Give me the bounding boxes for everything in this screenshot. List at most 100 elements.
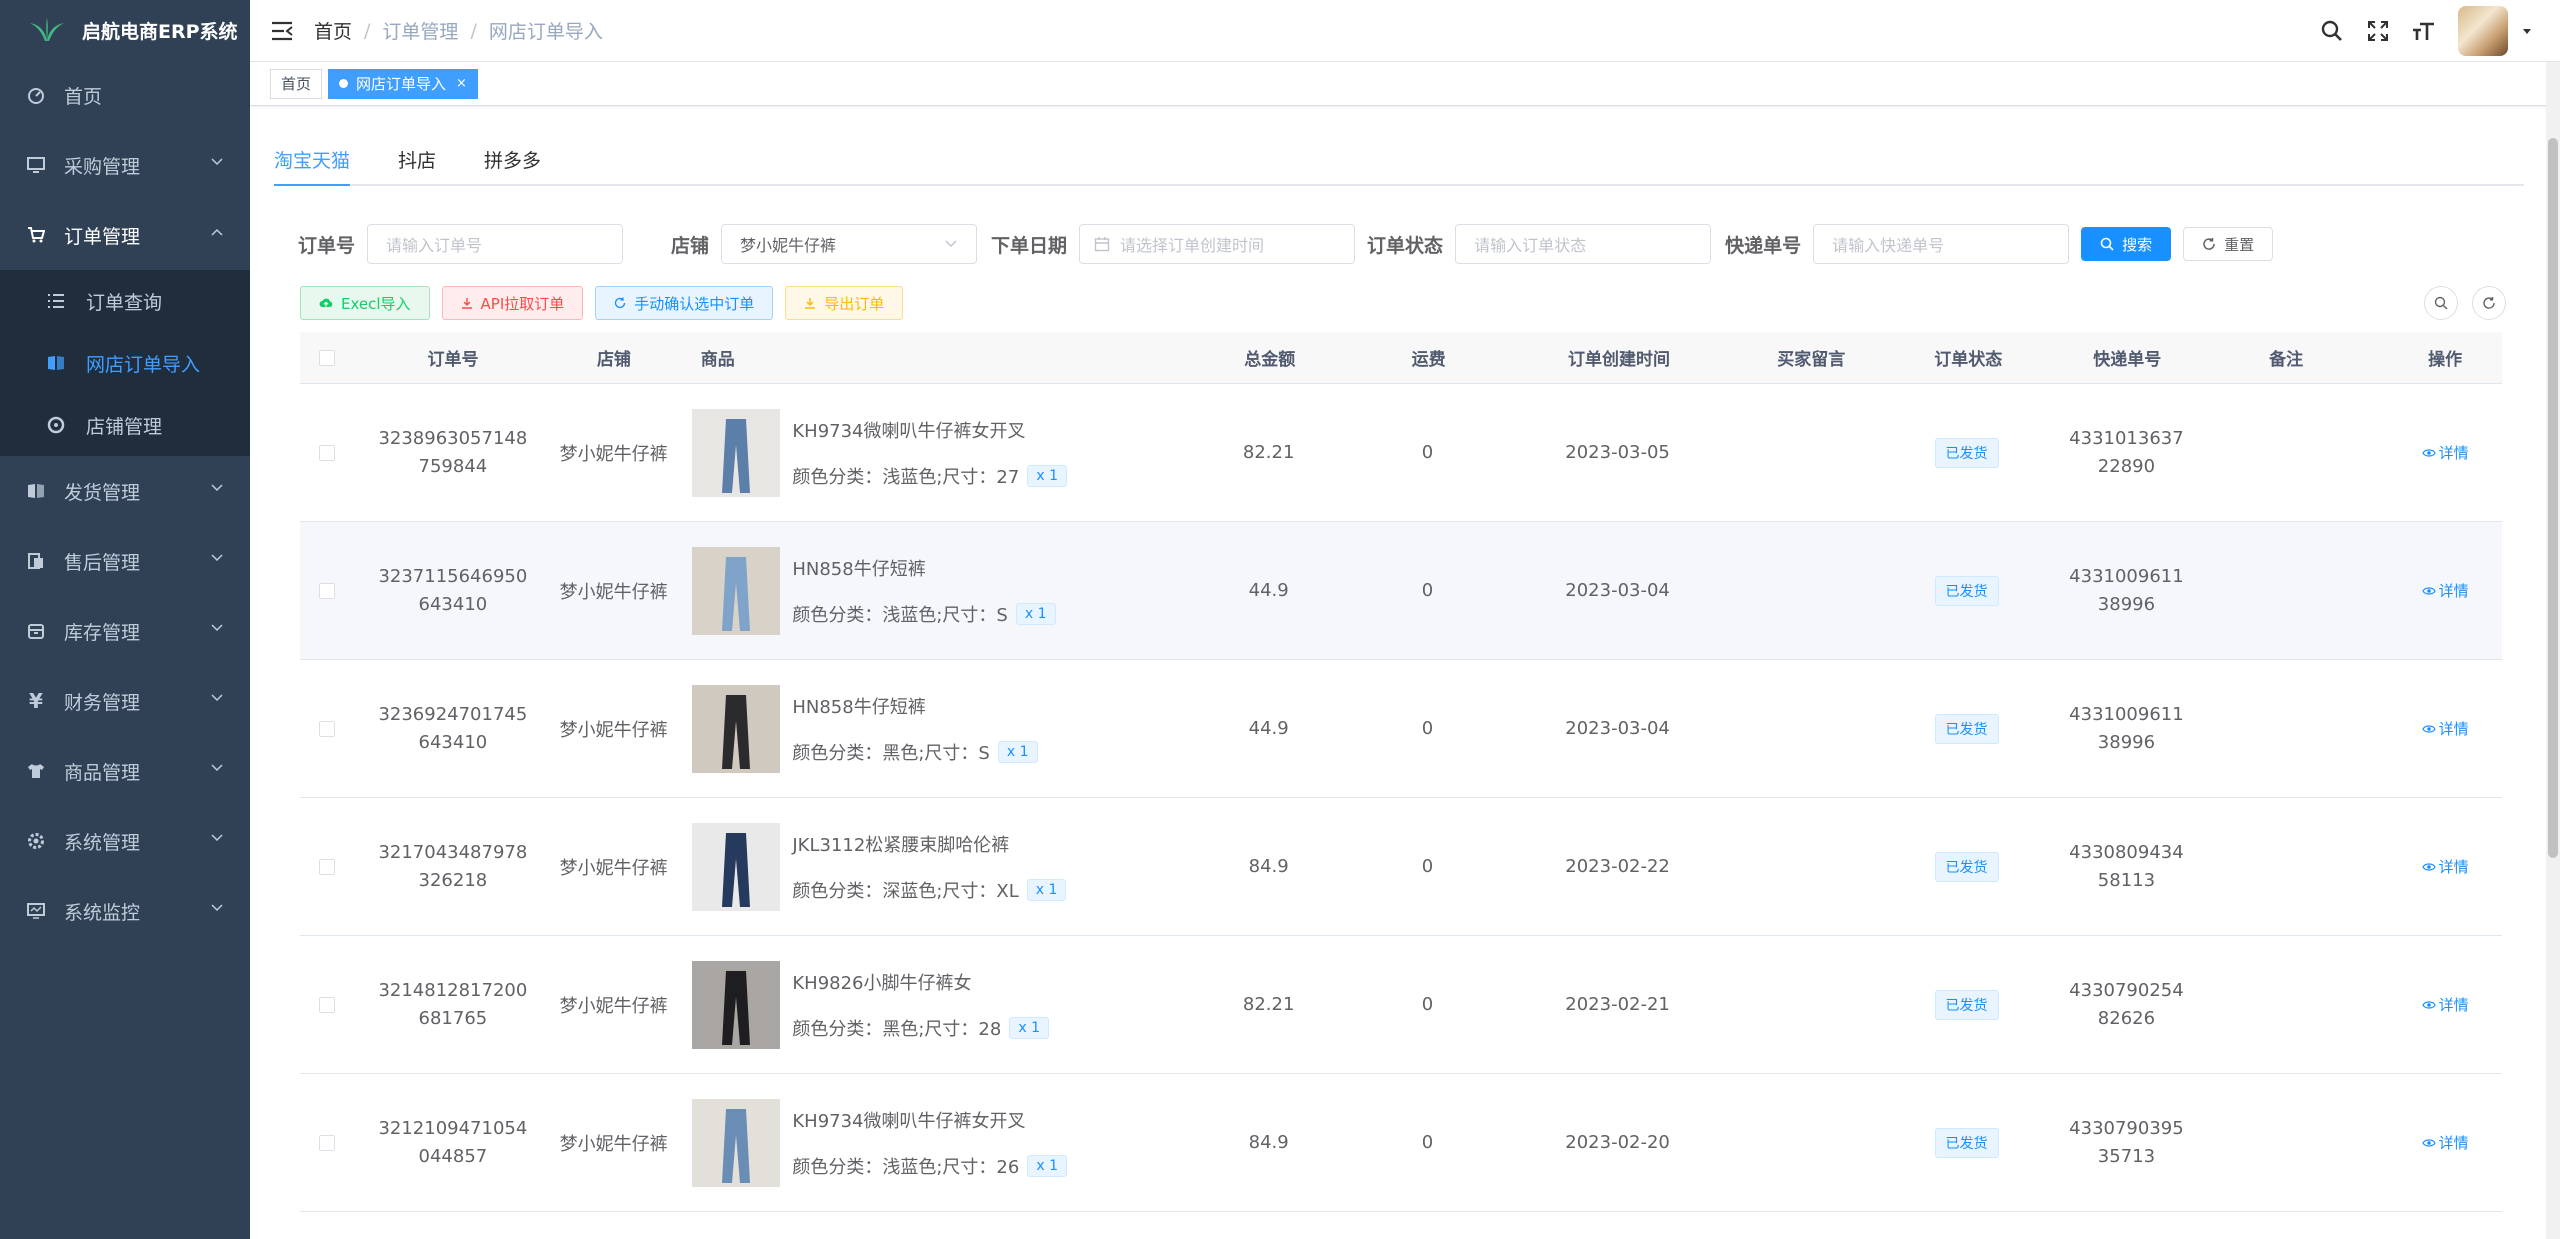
fullscreen-icon[interactable] <box>2366 19 2390 43</box>
confirm-selected-button[interactable]: 手动确认选中订单 <box>595 286 774 320</box>
detail-label: 详情 <box>2438 858 2469 876</box>
shop-cell: 梦小妮牛仔裤 <box>559 719 668 741</box>
table-row[interactable]: 3237115646950643410 梦小妮牛仔裤 HN858牛仔短裤 颜色分… <box>300 522 2502 660</box>
sidebar-item-shipping[interactable]: 发货管理 <box>0 456 250 526</box>
sidebar-item-finance[interactable]: ¥ 财务管理 <box>0 666 250 736</box>
toggle-search-button[interactable] <box>2424 286 2458 320</box>
goods-info: HN858牛仔短裤 颜色分类：浅蓝色;尺寸：S x 1 <box>792 555 1056 627</box>
row-checkbox[interactable] <box>319 996 336 1013</box>
search-button[interactable]: 搜索 <box>2081 227 2172 261</box>
page-scrollbar[interactable] <box>2546 62 2560 1239</box>
quantity-tag: x 1 <box>1009 1016 1049 1039</box>
hamburger-icon[interactable] <box>270 19 294 43</box>
sidebar-item-shop-order-import[interactable]: 网店订单导入 <box>0 332 250 394</box>
clipboard-icon <box>26 551 46 571</box>
search-form: 订单号 请输入订单号 店铺 梦小妮牛仔裤 下单日期 请选择订单创建时间 订单状态… <box>298 224 2274 264</box>
sidebar-item-monitor[interactable]: 系统监控 <box>0 876 250 946</box>
product-thumbnail[interactable] <box>692 408 781 497</box>
table-row[interactable]: 3236924701745643410 梦小妮牛仔裤 HN858牛仔短裤 颜色分… <box>300 660 2502 798</box>
goods-info: KH9734微喇叭牛仔裤女开叉 颜色分类：浅蓝色;尺寸：27 x 1 <box>792 417 1067 489</box>
scrollbar-thumb[interactable] <box>2548 138 2558 858</box>
select-all-checkbox[interactable] <box>319 349 336 366</box>
row-checkbox[interactable] <box>319 858 336 875</box>
detail-link[interactable]: 详情 <box>2421 442 2469 463</box>
upload-cloud-icon <box>319 298 333 307</box>
export-orders-button[interactable]: 导出订单 <box>785 286 904 320</box>
sku-text: 颜色分类：浅蓝色;尺寸：S <box>792 604 1008 626</box>
download-icon <box>805 298 816 309</box>
app-logo[interactable]: 启航电商ERP系统 <box>0 0 250 60</box>
user-menu[interactable] <box>2458 6 2532 56</box>
order-status-input[interactable]: 请输入订单状态 <box>1455 224 1712 264</box>
refresh-table-button[interactable] <box>2472 286 2506 320</box>
tab-pinduoduo[interactable]: 拼多多 <box>484 134 565 184</box>
date-picker[interactable]: 请选择订单创建时间 <box>1079 224 1356 264</box>
close-icon[interactable]: × <box>456 76 467 91</box>
detail-link[interactable]: 详情 <box>2421 1132 2469 1153</box>
goods-title: HN858牛仔短裤 <box>792 558 926 580</box>
tab-taobao[interactable]: 淘宝天猫 <box>274 134 374 186</box>
logo-icon <box>30 18 64 41</box>
detail-link[interactable]: 详情 <box>2421 994 2469 1015</box>
avatar[interactable] <box>2458 6 2508 56</box>
product-thumbnail[interactable] <box>692 684 781 773</box>
sidebar-item-purchase[interactable]: 采购管理 <box>0 130 250 200</box>
order-no-cell: 3238963057148759844 <box>355 425 551 481</box>
reset-button[interactable]: 重置 <box>2183 227 2274 261</box>
monitor-icon <box>26 901 46 921</box>
sku-text: 颜色分类：浅蓝色;尺寸：27 <box>792 466 1020 488</box>
row-checkbox[interactable] <box>319 444 336 461</box>
api-pull-button[interactable]: API拉取订单 <box>441 286 584 320</box>
row-select-cell <box>300 1134 355 1151</box>
order-no-input[interactable]: 请输入订单号 <box>367 224 624 264</box>
product-thumbnail[interactable] <box>692 1098 781 1187</box>
express-cell: 433079039535713 <box>2068 1115 2184 1171</box>
detail-link[interactable]: 详情 <box>2421 718 2469 739</box>
sidebar-item-home[interactable]: 首页 <box>0 60 250 130</box>
table-row[interactable]: 3238963057148759844 梦小妮牛仔裤 KH9734微喇叭牛仔裤女… <box>300 384 2502 522</box>
sidebar-item-system[interactable]: 系统管理 <box>0 806 250 876</box>
col-header-shop: 店铺 <box>596 350 631 370</box>
font-size-icon[interactable] <box>2412 19 2436 43</box>
shirt-icon <box>26 761 46 781</box>
total-cell: 82.21 <box>1242 442 1295 463</box>
refresh-icon <box>2483 297 2495 309</box>
row-checkbox[interactable] <box>319 1134 336 1151</box>
sidebar-item-label: 订单管理 <box>64 225 141 248</box>
status-cell: 已发货 <box>1865 1127 2069 1158</box>
detail-link[interactable]: 详情 <box>2421 856 2469 877</box>
sidebar-item-inventory[interactable]: 库存管理 <box>0 596 250 666</box>
sidebar-item-shop-management[interactable]: 店铺管理 <box>0 394 250 456</box>
sidebar-item-label: 订单查询 <box>86 291 163 314</box>
sidebar-item-after-sales[interactable]: 售后管理 <box>0 526 250 596</box>
detail-link[interactable]: 详情 <box>2421 580 2469 601</box>
excel-import-button[interactable]: Execl导入 <box>300 286 430 320</box>
sidebar-item-order-query[interactable]: 订单查询 <box>0 270 250 332</box>
row-checkbox[interactable] <box>319 582 336 599</box>
tab-douyin[interactable]: 抖店 <box>398 134 460 184</box>
navbar: 首页 / 订单管理 / 网店订单导入 <box>250 0 2560 62</box>
express-no-input[interactable]: 请输入快递单号 <box>1813 224 2070 264</box>
sidebar-item-orders[interactable]: 订单管理 <box>0 200 250 270</box>
product-thumbnail[interactable] <box>692 960 781 1049</box>
row-checkbox[interactable] <box>319 720 336 737</box>
breadcrumb-home[interactable]: 首页 <box>314 17 352 44</box>
product-thumbnail[interactable] <box>692 822 781 911</box>
total-cell: 82.21 <box>1242 994 1295 1015</box>
row-select-cell <box>300 720 355 737</box>
import-icon <box>46 353 66 373</box>
shipping-fee-cell: 0 <box>1421 580 1434 601</box>
table-row[interactable]: 3217043487978326218 梦小妮牛仔裤 JKL3112松紧腰束脚哈… <box>300 798 2502 936</box>
tag-home[interactable]: 首页 <box>270 68 323 99</box>
order-no: 3238963057148759844 <box>378 427 528 477</box>
shop-select[interactable]: 梦小妮牛仔裤 <box>721 224 978 264</box>
tag-shop-order-import[interactable]: 网店订单导入 × <box>328 68 478 99</box>
book-icon <box>26 481 46 501</box>
table-row[interactable]: 3212109471054044857 梦小妮牛仔裤 KH9734微喇叭牛仔裤女… <box>300 1074 2502 1212</box>
order-no-cell: 3217043487978326218 <box>355 839 551 895</box>
product-thumbnail[interactable] <box>692 546 781 635</box>
table-row[interactable]: 3214812817200681765 梦小妮牛仔裤 KH9826小脚牛仔裤女 … <box>300 936 2502 1074</box>
sidebar-item-products[interactable]: 商品管理 <box>0 736 250 806</box>
search-icon[interactable] <box>2320 19 2344 43</box>
status-cell: 已发货 <box>1865 713 2069 744</box>
